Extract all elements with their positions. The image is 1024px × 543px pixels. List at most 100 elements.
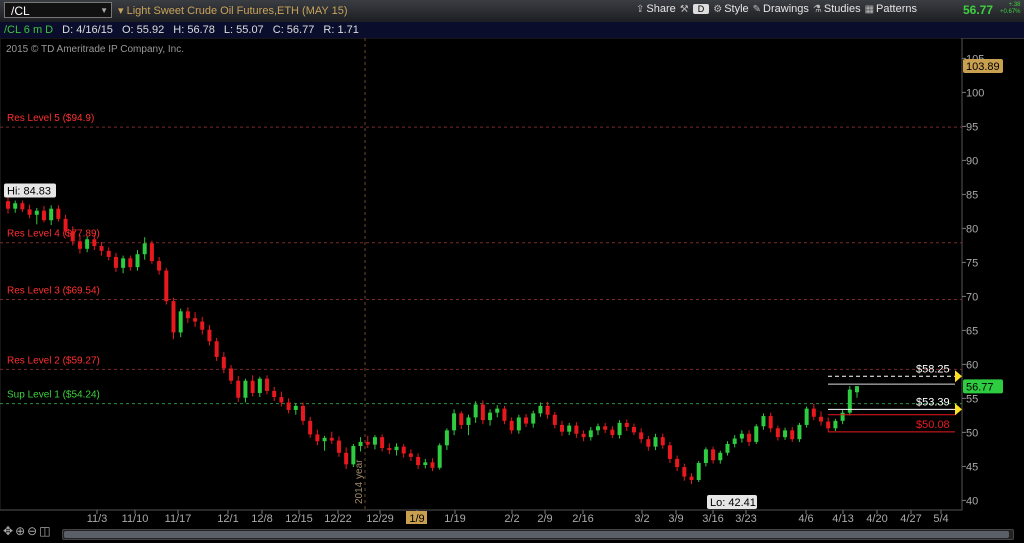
lo-annotation: Lo: 42.41 (710, 497, 756, 509)
candle-body (387, 448, 392, 451)
patterns-button[interactable]: ▦ Patterns (865, 3, 917, 15)
candle-body (286, 402, 291, 410)
candle-body (178, 311, 183, 333)
info-low: L: 55.07 (223, 24, 264, 36)
y-tick-label: 60 (966, 359, 978, 371)
x-tick-label: 12/8 (251, 513, 272, 524)
level-label: Res Level 2 ($59.27) (7, 355, 100, 366)
candle-body (106, 250, 111, 257)
y-tick-label: 45 (966, 461, 978, 473)
drawings-button[interactable]: ✎ Drawings (753, 3, 809, 15)
fit-icon[interactable]: ◫ (39, 524, 50, 538)
candle-body (6, 201, 10, 209)
candle-body (70, 231, 75, 242)
chevron-down-icon[interactable]: ▾ (118, 5, 124, 17)
zoom-in-icon[interactable]: ⊕ (15, 524, 25, 538)
plot-area (0, 38, 963, 511)
candle-body (121, 258, 126, 268)
y-tick-label: 55 (966, 393, 978, 405)
candle-body (603, 426, 608, 430)
patterns-label: Patterns (876, 3, 917, 15)
candle-body (811, 408, 816, 417)
settings-button[interactable]: ⚒ (680, 4, 689, 15)
x-tick-label: 4/27 (900, 513, 921, 524)
x-tick-label: 4/6 (798, 513, 813, 524)
chart-scrollbar[interactable] (62, 529, 1014, 540)
share-icon: ⇪ (636, 3, 645, 15)
level-label: Res Level 5 ($94.9) (7, 113, 94, 124)
candle-body (13, 203, 18, 209)
candle-body (689, 476, 694, 480)
candle-body (437, 445, 442, 468)
candle-body (27, 209, 32, 215)
y-tick-label: 75 (966, 257, 978, 269)
candle-body (257, 378, 262, 393)
symbol-input[interactable]: /CL ▼ (4, 2, 112, 18)
candle-body (293, 405, 298, 410)
symbol-period[interactable]: /CL 6 m D (0, 24, 53, 36)
candle-body (49, 208, 54, 221)
d-button[interactable]: D (692, 4, 710, 14)
candle-body (509, 420, 514, 431)
candle-body (747, 433, 752, 442)
candle-body (135, 254, 140, 268)
last-price: 56.77 (963, 3, 994, 17)
price-chart[interactable]: 4045505560657075808590951001052014 yearR… (0, 38, 1024, 524)
candle-body (819, 416, 824, 422)
candle-body (595, 426, 600, 431)
drawings-label: Drawings (763, 3, 809, 15)
x-tick-label: 1/19 (444, 513, 465, 524)
share-button[interactable]: ⇪ Share (636, 3, 676, 15)
style-label: Style (724, 3, 749, 15)
candle-body (459, 413, 464, 425)
level-label: Res Level 3 ($69.54) (7, 286, 100, 297)
candle-body (344, 452, 349, 465)
zoom-out-icon[interactable]: ⊖ (27, 524, 37, 538)
x-tick-label: 12/22 (324, 513, 352, 524)
y-tick-label: 40 (966, 495, 978, 507)
candle-body (610, 429, 615, 436)
info-close: C: 56.77 (272, 24, 315, 36)
top-toolbar: /CL ▼ ▾ Light Sweet Crude Oil Futures,ET… (0, 0, 1024, 23)
candle-body (444, 430, 449, 446)
level-label: Sup Level 1 ($54.24) (7, 390, 100, 401)
x-tick-label: 1/9 (409, 513, 424, 524)
candle-body (243, 380, 248, 398)
candle-body (660, 437, 665, 446)
info-high: H: 56.78 (173, 24, 215, 36)
candle-body (725, 443, 730, 453)
candle-body (236, 380, 241, 398)
y-tick-label: 50 (966, 427, 978, 439)
candle-body (193, 318, 198, 322)
candle-body (473, 404, 478, 418)
candle-body (639, 432, 644, 440)
copyright-text: 2015 © TD Ameritrade IP Company, Inc. (6, 44, 185, 55)
candle-body (502, 408, 507, 421)
candle-body (761, 416, 766, 427)
candle-body (85, 239, 90, 249)
x-tick-label: 3/2 (634, 513, 649, 524)
x-tick-label: 3/23 (735, 513, 756, 524)
chevron-down-icon[interactable]: ▼ (100, 3, 108, 19)
info-open: O: 55.92 (122, 24, 165, 36)
candle-body (300, 405, 305, 421)
candle-body (250, 380, 255, 393)
price-line-label: $58.25 (916, 363, 950, 375)
y-tick-label: 85 (966, 189, 978, 201)
x-tick-label: 12/29 (366, 513, 394, 524)
candle-body (538, 405, 543, 414)
candle-body (336, 440, 341, 453)
candle-body (221, 356, 226, 369)
scroll-thumb[interactable] (64, 531, 1009, 538)
candle-body (754, 426, 759, 442)
candle-body (480, 404, 485, 421)
style-button[interactable]: ⚙ Style (713, 3, 748, 15)
drag-icon[interactable]: ✥ (3, 524, 13, 538)
candle-body (783, 430, 788, 438)
hi-annotation: Hi: 84.83 (7, 186, 51, 198)
candle-body (804, 408, 809, 425)
studies-button[interactable]: ⚗ Studies (813, 3, 861, 15)
y-tick-label: 80 (966, 223, 978, 235)
candle-body (524, 417, 529, 424)
studies-label: Studies (823, 3, 861, 15)
